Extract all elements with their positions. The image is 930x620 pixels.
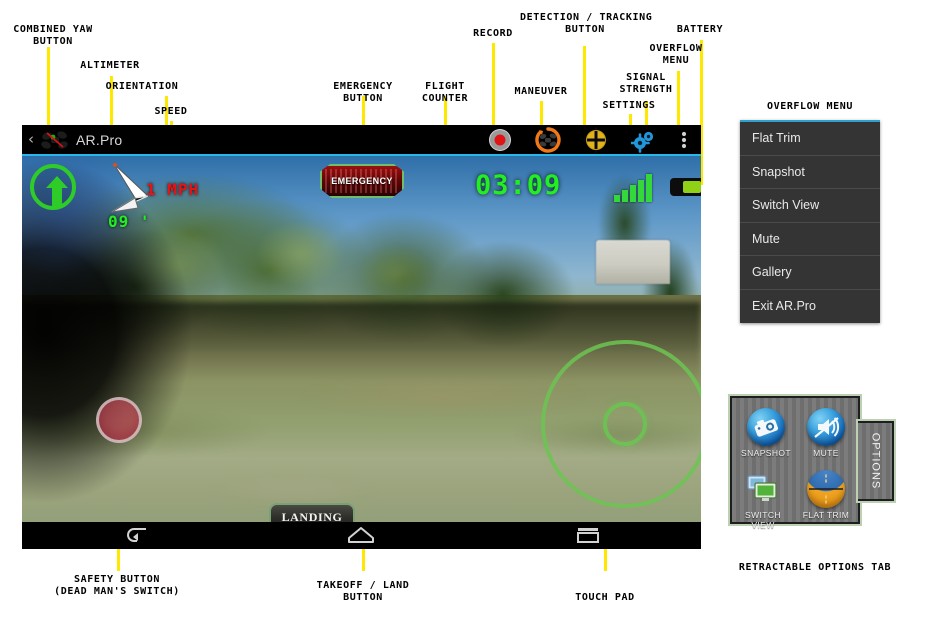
signal-bar-3 [630, 185, 636, 202]
nav-home-icon[interactable] [338, 525, 384, 547]
options-switch-view-label: SWITCH VIEW [745, 510, 781, 530]
combined-yaw-button[interactable] [30, 164, 76, 210]
android-nav-bar [22, 522, 701, 549]
tablet-screenshot: ‹ AR.Pro 09 ' 1 MPH EMERGENCY 03:09 LAND… [22, 125, 701, 549]
options-snapshot-button[interactable]: SNAPSHOT [736, 408, 796, 458]
annotation-signal-strength: SIGNAL STRENGTH [619, 72, 673, 95]
overflow-item-gallery[interactable]: Gallery [740, 256, 880, 290]
battery-fill [683, 181, 701, 193]
options-mute-button[interactable]: MUTE [796, 408, 856, 458]
takeoff-land-button[interactable]: LANDING [269, 503, 355, 522]
landing-label: LANDING [281, 510, 343, 522]
options-switch-view-button[interactable]: SWITCH VIEW [733, 470, 793, 530]
annotation-flight-counter: FLIGHT COUNTER [421, 81, 469, 104]
signal-bar-4 [638, 180, 644, 202]
nav-back-icon[interactable] [112, 525, 158, 547]
options-flat-trim-label: FLAT TRIM [802, 510, 850, 520]
emergency-label: EMERGENCY [331, 176, 393, 186]
app-title: AR.Pro [76, 131, 123, 148]
annotation-emergency: EMERGENCY BUTTON [333, 81, 393, 104]
annotated-screenshot: COMBINED YAW BUTTON ALTIMETER ORIENTATIO… [0, 0, 930, 620]
speaker-mute-icon [807, 408, 845, 446]
emergency-badge: EMERGENCY [320, 164, 404, 198]
annotation-maneuver: MANEUVER [514, 86, 568, 97]
annotation-overflow-title: OVERFLOW MENU [766, 101, 854, 112]
options-mute-label: MUTE [813, 448, 839, 458]
options-tab-label: OPTIONS [869, 432, 882, 490]
annotation-overflow-menu: OVERFLOW MENU [649, 43, 703, 66]
annotation-battery: BATTERY [676, 24, 724, 35]
options-pull-tab[interactable]: OPTIONS [856, 419, 896, 503]
emergency-button[interactable]: EMERGENCY [320, 164, 404, 198]
action-bar: ‹ AR.Pro [22, 125, 701, 154]
overflow-item-exit[interactable]: Exit AR.Pro [740, 290, 880, 324]
battery-indicator [670, 178, 701, 196]
signal-bar-5 [646, 174, 652, 202]
speed-readout: 1 MPH [146, 180, 200, 199]
touch-pad-center[interactable] [603, 402, 647, 446]
annotation-safety-button: SAFETY BUTTON (DEAD MAN'S SWITCH) [54, 574, 180, 597]
signal-strength-indicator [614, 172, 658, 202]
overflow-menu-panel: Flat Trim Snapshot Switch View Mute Gall… [740, 120, 880, 323]
drone-logo-icon [40, 129, 70, 151]
annotation-speed: SPEED [154, 106, 188, 117]
retractable-options-tab: SNAPSHOT MUTE SWITCH VIEW FLAT TRIM OPTI… [727, 393, 902, 533]
video-feed[interactable]: 09 ' 1 MPH EMERGENCY 03:09 LANDING [22, 156, 701, 522]
annotation-touch-pad: TOUCH PAD [575, 592, 635, 603]
overflow-item-mute[interactable]: Mute [740, 223, 880, 256]
options-snapshot-label: SNAPSHOT [741, 448, 791, 458]
detection-tracking-button[interactable] [583, 127, 609, 153]
back-chevron-icon[interactable]: ‹ [28, 132, 34, 147]
maneuver-button[interactable] [535, 126, 561, 153]
annotation-altimeter: ALTIMETER [80, 60, 140, 71]
annotation-detection: DETECTION / TRACKING BUTTON [520, 12, 653, 35]
barn-building [595, 240, 671, 285]
annotation-combined-yaw: COMBINED YAW BUTTON [13, 24, 93, 47]
annotation-options-tab-title: RETRACTABLE OPTIONS TAB [738, 562, 892, 573]
horizon-icon [807, 470, 845, 508]
action-bar-icons [487, 126, 701, 153]
overflow-item-switch-view[interactable]: Switch View [740, 189, 880, 223]
signal-bar-1 [614, 195, 620, 202]
nav-recents-icon[interactable] [565, 525, 611, 547]
options-flat-trim-button[interactable]: FLAT TRIM [796, 470, 856, 520]
up-arrow-icon [46, 176, 68, 206]
overflow-item-snapshot[interactable]: Snapshot [740, 156, 880, 189]
annotation-orientation: ORIENTATION [105, 81, 179, 92]
signal-bar-2 [622, 190, 628, 202]
annotation-record: RECORD [473, 28, 513, 39]
annotation-settings: SETTINGS [602, 100, 656, 111]
annotation-takeoff-land: TAKEOFF / LAND BUTTON [316, 580, 410, 603]
touch-pad[interactable] [541, 340, 701, 508]
options-panel: SNAPSHOT MUTE SWITCH VIEW FLAT TRIM [728, 394, 862, 530]
camera-icon [747, 408, 785, 446]
flight-counter-readout: 03:09 [475, 170, 562, 201]
overflow-item-flat-trim[interactable]: Flat Trim [740, 122, 880, 156]
settings-button[interactable] [630, 127, 657, 153]
altimeter-readout: 09 ' [108, 212, 151, 231]
overflow-menu-button[interactable] [679, 127, 689, 153]
record-button[interactable] [487, 127, 513, 153]
safety-button[interactable] [96, 397, 142, 443]
monitors-icon [744, 470, 782, 508]
